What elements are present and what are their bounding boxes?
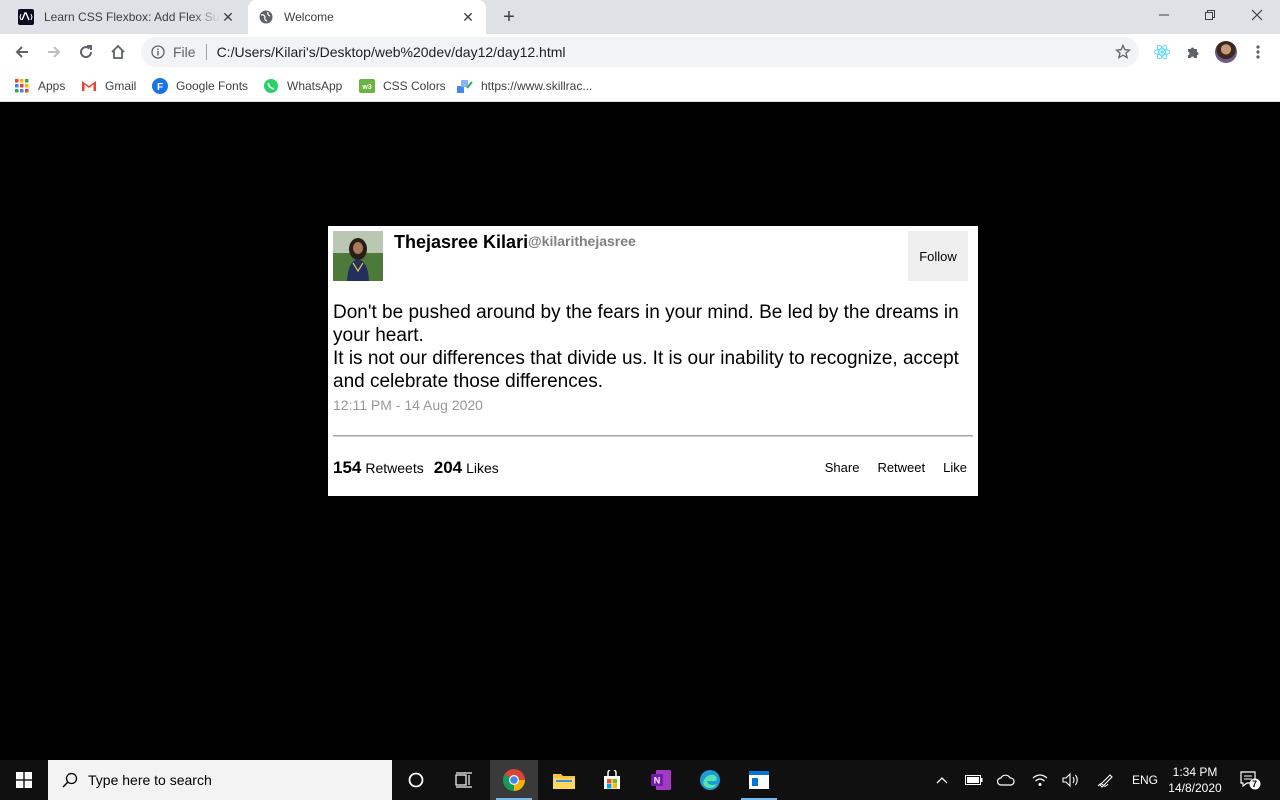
react-devtools-icon[interactable]	[1148, 38, 1176, 66]
clock-time: 1:34 PM	[1172, 765, 1218, 779]
bookmark-label: WhatsApp	[287, 79, 343, 93]
bookmark-whatsapp[interactable]: WhatsApp	[263, 76, 342, 96]
back-arrow-icon[interactable]	[8, 38, 36, 66]
edge-browser-icon[interactable]	[686, 760, 734, 800]
bookmark-label: Gmail	[105, 79, 137, 93]
clock-date: 14/8/2020	[1168, 781, 1222, 795]
google-fonts-icon: F	[152, 78, 168, 94]
reload-icon[interactable]	[72, 38, 100, 66]
tab-learn-css-flexbox[interactable]: Learn CSS Flexbox: Add Flex Superpowers …	[8, 0, 246, 34]
input-language-indicator[interactable]: ENG	[1132, 773, 1158, 787]
tweet-card: Thejasree Kilari @kilarithejasree Follow…	[328, 226, 978, 496]
css-colors-icon: w3	[359, 78, 375, 94]
globe-icon	[258, 9, 274, 25]
microsoft-store-icon[interactable]	[588, 760, 636, 800]
tab-title: Learn CSS Flexbox: Add Flex Superpowers	[44, 10, 220, 24]
bookmark-apps[interactable]: Apps	[14, 76, 65, 96]
bookmark-gmail[interactable]: Gmail	[81, 76, 136, 96]
bookmark-css-colors[interactable]: w3 CSS Colors	[359, 76, 446, 96]
close-tab-icon[interactable]: ✕	[460, 9, 476, 25]
vscode-window-icon[interactable]	[735, 760, 783, 800]
restore-window-icon[interactable]	[1187, 0, 1233, 30]
tab-strip: Learn CSS Flexbox: Add Flex Superpowers …	[0, 0, 1280, 34]
svg-text:N: N	[654, 776, 661, 786]
cortana-circle-icon[interactable]	[392, 760, 440, 800]
retweets-label: Retweets	[365, 460, 424, 476]
pen-ink-icon[interactable]	[1092, 760, 1120, 800]
taskbar-search-box[interactable]: Type here to search	[48, 760, 392, 800]
address-bar[interactable]: File C:/Users/Kilari's/Desktop/web%20dev…	[141, 37, 1139, 67]
kebab-menu-icon[interactable]	[1244, 38, 1272, 66]
bookmark-google-fonts[interactable]: F Google Fonts	[152, 76, 248, 96]
bookmarks-bar: Apps Gmail F Google Fonts WhatsApp w3 CS…	[0, 70, 1280, 102]
bookmark-label: Apps	[38, 79, 66, 93]
tweet-divider	[333, 435, 973, 437]
address-separator	[205, 44, 207, 60]
svg-text:w3: w3	[361, 84, 371, 91]
new-tab-plus-icon[interactable]: +	[497, 5, 521, 29]
chrome-taskbar-icon[interactable]	[490, 760, 538, 800]
search-placeholder: Type here to search	[88, 772, 212, 788]
svg-text:F: F	[157, 82, 163, 93]
bookmark-star-icon[interactable]	[1114, 43, 1132, 60]
search-icon	[62, 772, 78, 788]
tweet-stats: 154 Retweets 204 Likes	[333, 458, 509, 478]
profile-avatar[interactable]	[1212, 38, 1240, 66]
info-icon[interactable]	[151, 45, 165, 59]
browser-toolbar: File C:/Users/Kilari's/Desktop/web%20dev…	[0, 34, 1280, 70]
share-link[interactable]: Share	[825, 460, 860, 475]
tweet-text-line: Don't be pushed around by the fears in y…	[333, 302, 959, 346]
minimize-icon[interactable]	[1141, 0, 1187, 30]
retweets-count: 154	[333, 458, 362, 477]
windows-taskbar: Type here to search N ENG 1:34 PM 14/8/2…	[0, 760, 1280, 800]
retweet-link[interactable]: Retweet	[877, 460, 925, 475]
site-favicon-icon	[18, 9, 34, 25]
wifi-icon[interactable]	[1026, 760, 1054, 800]
tweet-timestamp: 12:11 PM - 14 Aug 2020	[333, 397, 483, 413]
show-hidden-icons-chevron-icon[interactable]	[928, 760, 956, 800]
whatsapp-icon	[263, 78, 279, 94]
close-window-icon[interactable]	[1234, 0, 1280, 30]
bookmark-label: https://www.skillrac...	[481, 79, 593, 93]
bookmark-label: Google Fonts	[176, 79, 249, 93]
tweet-author-name[interactable]: Thejasree Kilari	[394, 232, 528, 253]
tweet-text: Don't be pushed around by the fears in y…	[333, 301, 973, 393]
onenote-icon[interactable]: N	[637, 760, 685, 800]
battery-icon[interactable]	[960, 760, 988, 800]
likes-count: 204	[433, 458, 463, 477]
tweet-text-line: It is not our differences that divide us…	[333, 348, 959, 392]
close-tab-icon[interactable]: ✕	[220, 9, 236, 25]
apps-grid-icon	[14, 78, 30, 94]
scheme-label: File	[173, 44, 196, 60]
forward-arrow-icon[interactable]	[40, 38, 68, 66]
url-text[interactable]: C:/Users/Kilari's/Desktop/web%20dev/day1…	[217, 44, 566, 60]
task-view-icon[interactable]	[440, 760, 488, 800]
extensions-puzzle-icon[interactable]	[1180, 38, 1208, 66]
like-link[interactable]: Like	[943, 460, 967, 475]
volume-speaker-icon[interactable]	[1057, 760, 1085, 800]
bookmark-label: CSS Colors	[383, 79, 446, 93]
follow-button[interactable]: Follow	[908, 231, 968, 281]
tweet-author-handle[interactable]: @kilarithejasree	[528, 233, 636, 249]
tab-welcome[interactable]: Welcome ✕	[248, 0, 486, 34]
file-explorer-icon[interactable]	[540, 760, 588, 800]
likes-label: Likes	[466, 460, 499, 476]
onedrive-cloud-icon[interactable]	[992, 760, 1020, 800]
action-center-notifications-icon[interactable]: 7	[1232, 760, 1268, 800]
system-clock[interactable]: 1:34 PM 14/8/2020	[1160, 764, 1230, 796]
page-viewport: Thejasree Kilari @kilarithejasree Follow…	[0, 103, 1280, 760]
home-icon[interactable]	[104, 38, 132, 66]
tweet-author-avatar[interactable]	[333, 231, 383, 281]
bookmark-skillrack[interactable]: https://www.skillrac...	[457, 76, 592, 96]
notification-count-badge: 7	[1252, 779, 1258, 789]
skillrack-icon	[457, 78, 473, 94]
tab-title: Welcome	[284, 10, 334, 24]
windows-start-icon[interactable]	[0, 760, 48, 800]
tweet-actions: Share Retweet Like	[807, 460, 967, 475]
gmail-icon	[81, 78, 97, 94]
